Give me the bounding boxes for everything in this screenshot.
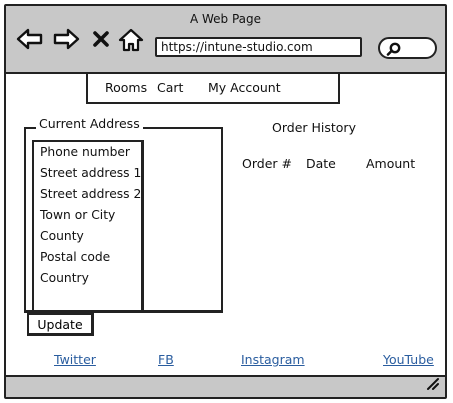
current-address-legend: Current Address (36, 116, 143, 131)
menu-my-account[interactable]: My Account (208, 80, 281, 95)
browser-toolbar: A Web Page https://intune-studio.com (6, 6, 445, 74)
twitter-link[interactable]: Twitter (54, 352, 96, 367)
forward-arrow-icon[interactable] (52, 28, 80, 54)
country-field[interactable]: Country (40, 271, 89, 285)
resize-grip-icon[interactable] (425, 375, 439, 394)
menu-cart[interactable]: Cart (157, 80, 183, 95)
update-button[interactable]: Update (27, 313, 94, 336)
back-arrow-icon[interactable] (16, 28, 44, 54)
order-history-title: Order History (272, 120, 356, 135)
street-address-2-field[interactable]: Street address 2 (40, 187, 141, 201)
url-input[interactable]: https://intune-studio.com (155, 37, 362, 57)
postal-code-field[interactable]: Postal code (40, 250, 110, 264)
youtube-link[interactable]: YouTube (383, 352, 434, 367)
top-menu: Rooms Cart My Account (86, 74, 340, 104)
instagram-link[interactable]: Instagram (241, 352, 305, 367)
county-field[interactable]: County (40, 229, 84, 243)
status-bar (6, 375, 445, 397)
order-date-column: Date (306, 156, 336, 171)
browser-window: A Web Page https://intune-studio.com Roo… (4, 4, 447, 399)
town-or-city-field[interactable]: Town or City (40, 208, 115, 222)
home-icon[interactable] (118, 28, 144, 56)
search-icon (386, 42, 401, 56)
close-icon[interactable] (92, 30, 110, 52)
fb-link[interactable]: FB (158, 352, 174, 367)
order-amount-column: Amount (366, 156, 416, 171)
phone-number-field[interactable]: Phone number (40, 145, 130, 159)
street-address-1-field[interactable]: Street address 1 (40, 166, 141, 180)
menu-rooms[interactable]: Rooms (105, 80, 147, 95)
address-field-list: Phone number Street address 1 Street add… (32, 140, 144, 313)
order-number-column: Order # (242, 156, 292, 171)
search-field[interactable] (378, 37, 437, 59)
window-title: A Web Page (189, 12, 262, 26)
